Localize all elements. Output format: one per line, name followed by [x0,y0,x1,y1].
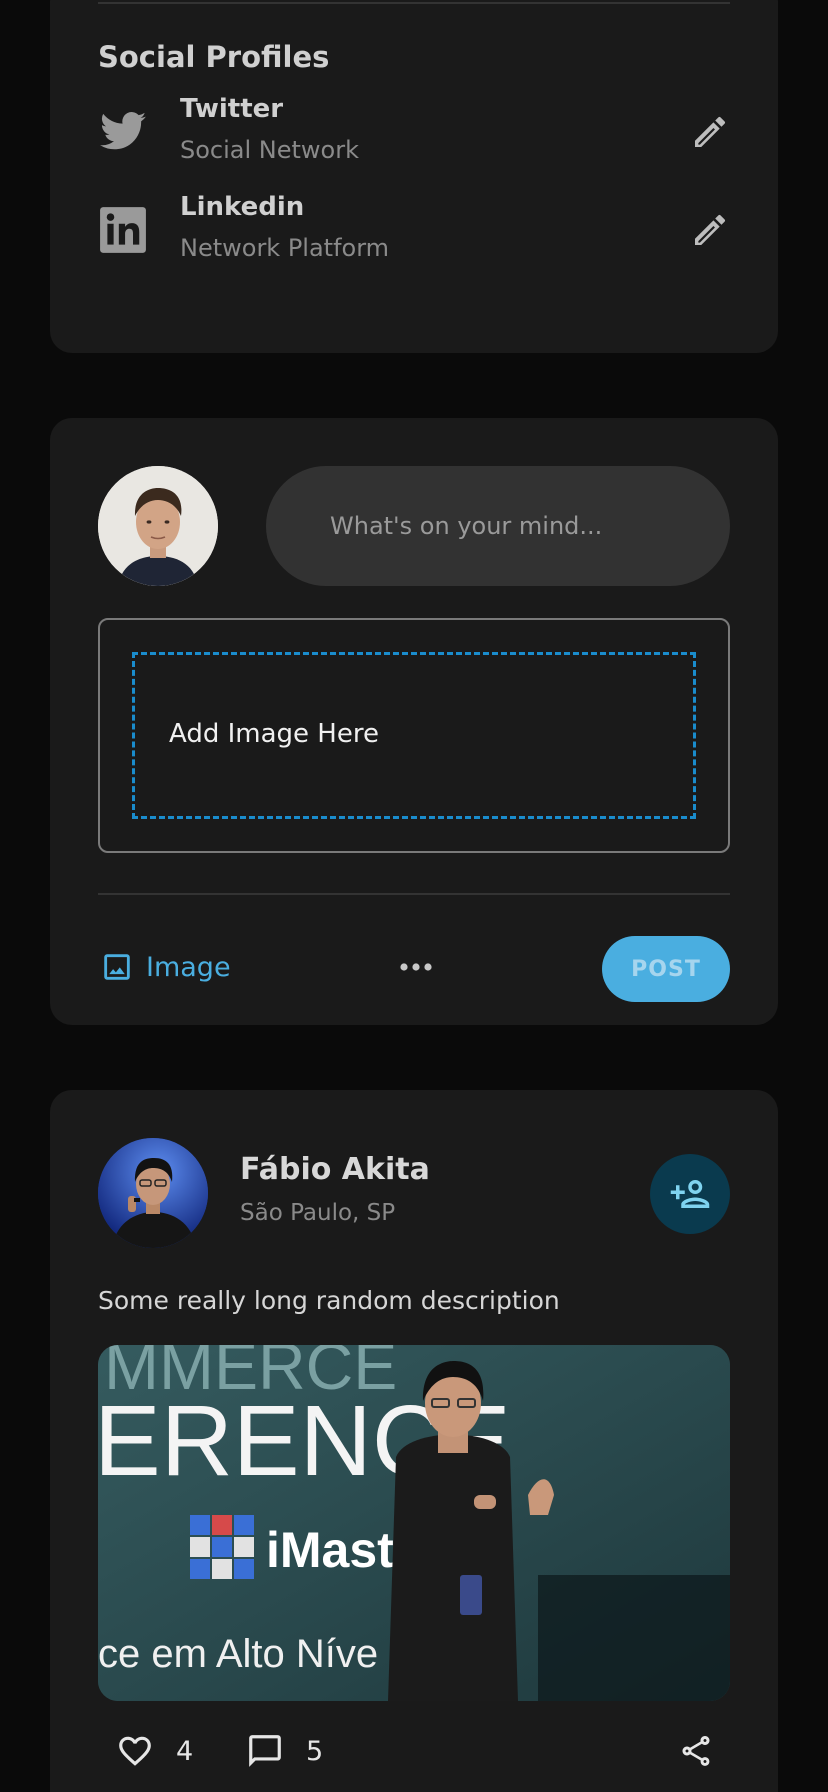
profile-row-linkedin: Linkedin Network Platform [98,190,730,270]
avatar [98,466,218,586]
post-description: Some really long random description [98,1286,560,1315]
profile-subtitle: Social Network [180,136,359,164]
author-location: São Paulo, SP [240,1200,396,1226]
profile-name: Linkedin [180,192,305,222]
post-button[interactable]: POST [602,936,730,1002]
edit-icon[interactable] [690,112,730,152]
author-photo [98,1138,208,1248]
image-text-brand: iMast [266,1522,394,1578]
add-friend-button[interactable] [650,1154,730,1234]
post-image[interactable]: MMERCE ERENCE iMast ce em Alto Níve [98,1345,730,1701]
user-photo [98,466,218,586]
author-name[interactable]: Fábio Akita [240,1152,430,1187]
likes-count: 4 [176,1735,194,1767]
person-add-icon [670,1180,710,1208]
feed-post-card: Fábio Akita São Paulo, SP Some really lo… [50,1090,778,1792]
avatar[interactable] [98,1138,208,1248]
dropzone-dashed-area[interactable]: Add Image Here [132,652,696,819]
comment-button[interactable]: 5 [246,1732,323,1770]
add-image-button[interactable]: Image [100,950,231,984]
more-options-icon[interactable] [396,954,436,980]
image-text-footer: ce em Alto Níve [98,1632,378,1676]
comments-count: 5 [306,1735,324,1767]
edit-icon[interactable] [690,210,730,250]
divider [98,893,730,895]
like-button[interactable]: 4 [116,1732,193,1770]
conference-photo: MMERCE ERENCE iMast ce em Alto Níve [98,1345,730,1701]
divider [98,2,730,4]
linkedin-icon [100,207,146,253]
dropzone-label: Add Image Here [169,719,379,749]
section-title: Social Profiles [98,40,330,74]
profile-name: Twitter [180,94,284,124]
share-button[interactable] [678,1732,714,1770]
profile-subtitle: Network Platform [180,234,390,262]
profile-row-twitter: Twitter Social Network [98,92,730,172]
cube-logo [190,1515,254,1579]
comment-icon [249,1735,281,1767]
heart-icon [119,1736,151,1766]
image-button-label: Image [146,951,231,983]
image-icon [104,954,130,980]
status-input[interactable] [266,466,730,586]
twitter-icon [100,112,146,150]
social-profiles-card: Social Profiles Twitter Social Network L… [50,0,778,353]
post-composer-card: Add Image Here Image POST [50,418,778,1025]
image-dropzone[interactable]: Add Image Here [98,618,730,853]
share-icon [682,1736,710,1766]
